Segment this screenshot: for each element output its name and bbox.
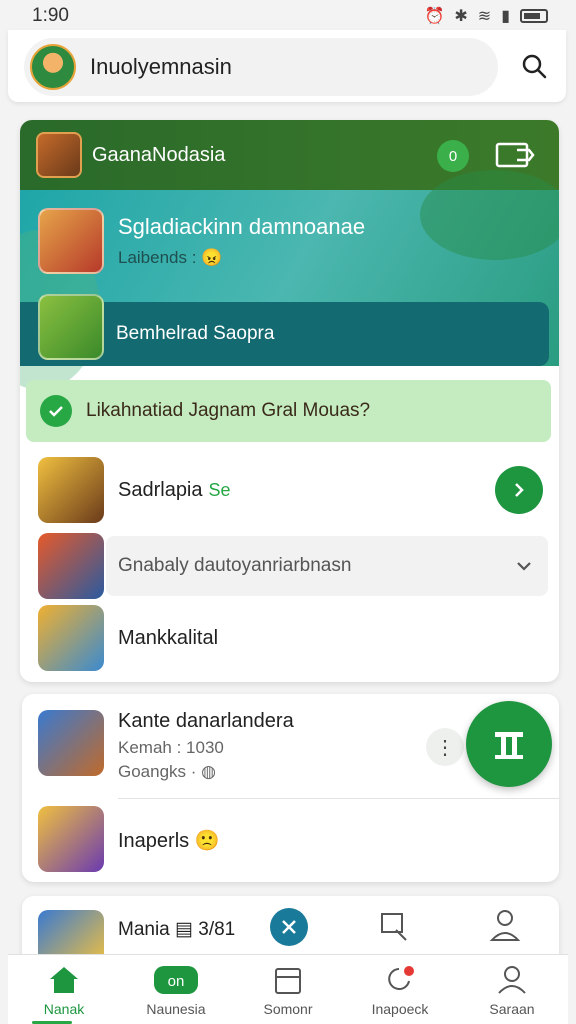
divider xyxy=(118,798,559,799)
category-select[interactable]: Gnabaly dautoyanriarbnasn xyxy=(106,536,548,596)
bluetooth-icon: ✱ xyxy=(454,8,468,25)
nav-item-profile[interactable]: Saraan xyxy=(456,955,568,1024)
featured-game[interactable]: Sgladiackinn damnoanae Laibends : 😠 xyxy=(38,208,365,274)
game-icon[interactable] xyxy=(36,132,82,178)
home-icon xyxy=(50,967,78,993)
share-icon[interactable] xyxy=(378,910,412,944)
nav-label: Saraan xyxy=(489,1001,535,1017)
search-icon xyxy=(522,54,547,79)
list-item-label: Mankkalital xyxy=(118,626,219,649)
more-options-button[interactable]: ⋮ xyxy=(426,728,464,766)
alarm-icon: ⏰ xyxy=(424,8,445,25)
nav-item-badge[interactable]: on Naunesia xyxy=(120,955,232,1024)
ticket-icon xyxy=(495,142,535,168)
profile-icon xyxy=(498,966,526,994)
status-bar: 1:90 ⏰ ✱ ≋ ▮ xyxy=(0,0,576,32)
leaf-decoration xyxy=(420,170,559,260)
tool-icon xyxy=(495,732,523,759)
nav-label: Somonr xyxy=(263,1001,313,1017)
game-icon[interactable] xyxy=(38,710,104,776)
banner-game-icon xyxy=(38,294,104,360)
bell-icon xyxy=(388,966,414,990)
emoji-icon: 😠 xyxy=(201,248,223,267)
badge-icon: on xyxy=(154,966,198,994)
svg-text:on: on xyxy=(168,973,185,990)
game-icon[interactable] xyxy=(38,806,104,872)
main-card: GaanaNodasia 0 Sgladiackinn damnoanae La… xyxy=(20,120,559,682)
select-value: Gnabaly dautoyanriarbnasn xyxy=(118,555,352,576)
floating-action-button[interactable] xyxy=(466,701,552,787)
check-icon xyxy=(40,395,72,427)
close-button[interactable] xyxy=(270,908,308,946)
person-icon[interactable] xyxy=(488,908,522,944)
store-icon xyxy=(275,968,301,994)
book-icon: ▤ xyxy=(175,919,193,940)
card2-title: Kante danarlandera xyxy=(118,710,294,732)
bottom-navigation: Nanak on Naunesia Somonr Inapoeck Saraan xyxy=(8,954,568,1024)
nav-item-store[interactable]: Somonr xyxy=(232,955,344,1024)
kebab-icon: ⋮ xyxy=(435,736,455,759)
search-button[interactable] xyxy=(516,48,552,84)
globe-icon: ◍ xyxy=(201,762,217,781)
notice-text: Likahnatiad Jagnam Gral Mouas? xyxy=(86,400,371,421)
notification-badge[interactable]: 0 xyxy=(437,140,469,172)
close-icon xyxy=(282,920,296,934)
signal-icon: ▮ xyxy=(501,8,510,25)
list-item[interactable]: Sadrlapia Se xyxy=(20,454,559,526)
notice-banner[interactable]: Likahnatiad Jagnam Gral Mouas? xyxy=(26,380,551,442)
card2-meta-location: Goangks · ◍ xyxy=(118,762,217,781)
list-item-label: Sadrlapia xyxy=(118,478,203,501)
list-item[interactable]: Mankkalital xyxy=(20,602,559,674)
go-button[interactable] xyxy=(495,466,543,514)
avatar[interactable] xyxy=(30,44,76,90)
nav-label: Naunesia xyxy=(146,1001,206,1017)
emoji-icon: 🙁 xyxy=(194,830,220,852)
card2-meta: Kemah : 1030 xyxy=(118,738,224,757)
status-tag: Se xyxy=(208,479,231,500)
card2-title-secondary: Inaperls 🙁 xyxy=(118,830,220,852)
chevron-right-icon xyxy=(515,483,524,497)
nav-label: Inapoeck xyxy=(371,1001,429,1017)
battery-icon xyxy=(520,9,548,23)
wifi-icon: ≋ xyxy=(477,8,492,25)
top-search-bar: Inuolyemnasin xyxy=(8,30,566,102)
nav-item-home[interactable]: Nanak xyxy=(8,955,120,1024)
search-pill[interactable]: Inuolyemnasin xyxy=(24,38,498,96)
game-icon xyxy=(38,533,104,599)
game-icon xyxy=(38,457,104,523)
status-icons: ⏰ ✱ ≋ ▮ xyxy=(424,6,548,26)
status-time: 1:90 xyxy=(32,5,69,26)
header-title: Inuolyemnasin xyxy=(90,54,232,79)
featured-game-icon xyxy=(38,208,104,274)
chevron-down-icon xyxy=(517,562,531,571)
featured-subtitle: Laibends : 😠 xyxy=(118,248,223,267)
featured-title: Sgladiackinn damnoanae xyxy=(118,214,366,239)
card3-title: Mania ▤ 3/81 xyxy=(118,919,236,940)
game-icon xyxy=(38,605,104,671)
card-header-title: GaanaNodasia xyxy=(92,143,226,166)
nav-label: Nanak xyxy=(43,1001,85,1017)
nav-item-notifications[interactable]: Inapoeck xyxy=(344,955,456,1024)
